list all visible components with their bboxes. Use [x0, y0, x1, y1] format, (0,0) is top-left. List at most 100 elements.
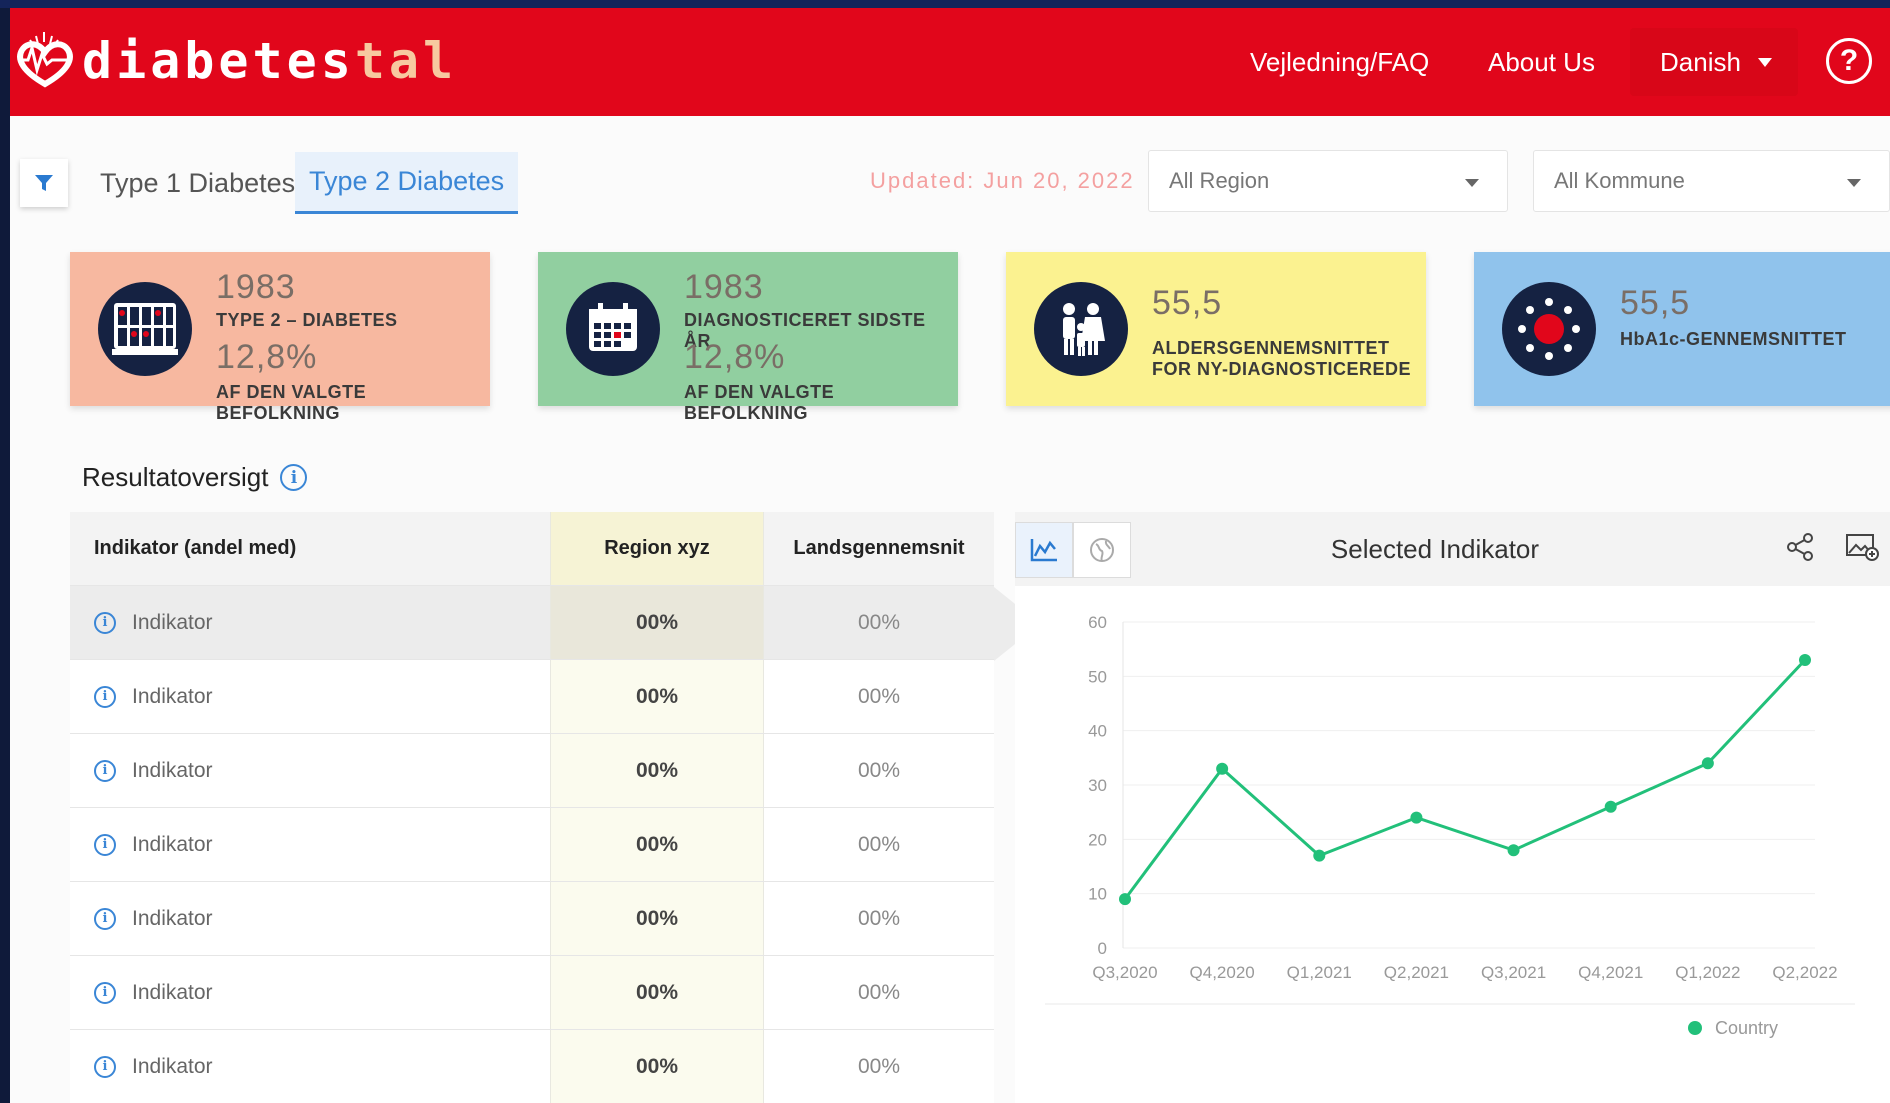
- indicator-cell: i Indikator: [70, 956, 550, 1029]
- x-tick-label: Q4,2021: [1578, 963, 1643, 982]
- column-header-indicator[interactable]: Indikator (andel med): [70, 512, 550, 585]
- region-value: 00%: [550, 956, 764, 1029]
- card-value-secondary: 12,8%: [684, 338, 786, 376]
- table-row[interactable]: i Indikator 00% 00%: [70, 734, 994, 808]
- population-grid-icon: [98, 282, 192, 376]
- data-point: [1410, 811, 1423, 824]
- national-value: 00%: [857, 906, 901, 930]
- column-header-region[interactable]: Region xyz: [550, 512, 764, 585]
- region-value: 00%: [550, 1030, 764, 1103]
- y-tick-label: 10: [1088, 885, 1107, 904]
- region-dropdown-value: All Region: [1169, 168, 1270, 193]
- indicator-cell: i Indikator: [70, 586, 550, 659]
- region-value: 00%: [550, 586, 764, 659]
- y-tick-label: 40: [1088, 722, 1107, 741]
- indicator-name: Indikator: [132, 1054, 213, 1078]
- series-line: [1123, 659, 1807, 900]
- table-row[interactable]: i Indikator 00% 00%: [70, 1030, 994, 1103]
- x-tick-label: Q1,2021: [1287, 963, 1352, 982]
- card-label-primary: HbA1c-GENNEMSNITTET: [1620, 329, 1847, 349]
- tab-type1-diabetes[interactable]: Type 1 Diabetes: [86, 152, 309, 214]
- y-tick-label: 30: [1088, 776, 1107, 795]
- indicator-cell: i Indikator: [70, 808, 550, 881]
- caret-down-icon: [1758, 58, 1772, 67]
- filter-button[interactable]: [20, 159, 68, 207]
- brand-name-tail: tal: [354, 32, 458, 90]
- table-row[interactable]: i Indikator 00% 00%: [70, 808, 994, 882]
- region-value: 00%: [550, 660, 764, 733]
- table-row[interactable]: i Indikator 00% 00%: [70, 882, 994, 956]
- data-point: [1507, 844, 1520, 857]
- x-tick-label: Q4,2020: [1190, 963, 1255, 982]
- image-download-icon[interactable]: [1845, 532, 1879, 567]
- updated-date: Updated: Jun 20, 2022: [870, 168, 1135, 193]
- map-toggle[interactable]: [1073, 522, 1131, 578]
- info-icon[interactable]: i: [94, 981, 116, 1004]
- indicator-name: Indikator: [132, 758, 213, 782]
- section-title-text: Resultatoversigt: [82, 462, 269, 492]
- region-value: 00%: [550, 808, 764, 881]
- card-label-secondary: FOR NY-DIAGNOSTICEREDE: [1152, 359, 1412, 379]
- table-header-row: Indikator (andel med) Region xyz Landsge…: [70, 512, 994, 586]
- national-value: 00%: [857, 1054, 901, 1078]
- national-value: 00%: [857, 832, 901, 856]
- heart-logo-icon: [17, 32, 73, 88]
- chart-title: Selected Indikator: [1330, 534, 1540, 564]
- caret-down-icon: [1847, 179, 1861, 187]
- legend-label: Country: [1715, 1018, 1778, 1038]
- nav-faq-link[interactable]: Vejledning/FAQ: [1250, 8, 1429, 116]
- help-icon[interactable]: ?: [1826, 38, 1872, 84]
- kommune-dropdown[interactable]: All Kommune: [1533, 150, 1890, 212]
- region-value: 00%: [550, 734, 764, 807]
- data-point: [1799, 654, 1811, 667]
- table-row[interactable]: i Indikator 00% 00%: [70, 956, 994, 1030]
- tab-type2-diabetes[interactable]: Type 2 Diabetes: [295, 152, 519, 214]
- kommune-dropdown-value: All Kommune: [1554, 168, 1685, 193]
- card-label-secondary: AF DEN VALGTE BEFOLKNING: [216, 382, 367, 423]
- brand-name: diabetestal: [82, 32, 457, 90]
- indicator-name: Indikator: [132, 832, 213, 856]
- data-point: [1119, 893, 1131, 906]
- national-value: 00%: [857, 758, 901, 782]
- region-value: 00%: [550, 882, 764, 955]
- card-value-primary: 1983: [216, 268, 296, 306]
- card-value-primary: 55,5: [1152, 284, 1223, 322]
- chart-panel: Selected Indikator 0 10 20 30 40 50 60 Q3,2020: [1015, 512, 1890, 1103]
- info-icon[interactable]: i: [94, 833, 116, 856]
- logo[interactable]: diabetestal: [14, 26, 457, 96]
- share-icon[interactable]: [1785, 532, 1815, 567]
- language-select[interactable]: Danish: [1630, 28, 1798, 96]
- indicator-cell: i Indikator: [70, 882, 550, 955]
- region-dropdown[interactable]: All Region: [1148, 150, 1508, 212]
- indicator-cell: i Indikator: [70, 660, 550, 733]
- top-header: diabetestal Vejledning/FAQ About Us Dani…: [10, 8, 1890, 116]
- filter-bar: Type 1 Diabetes Type 2 Diabetes Updated:…: [10, 116, 1890, 226]
- table-row[interactable]: i Indikator 00% 00%: [70, 586, 994, 660]
- y-tick-label: 0: [1098, 939, 1107, 958]
- info-icon[interactable]: i: [94, 685, 116, 708]
- card-value-secondary: 12,8%: [216, 338, 318, 376]
- column-header-national[interactable]: Landsgennemsnit: [764, 512, 994, 585]
- x-tick-label: Q1,2022: [1675, 963, 1740, 982]
- indicator-name: Indikator: [132, 980, 213, 1004]
- brand-name-main: diabetes: [82, 32, 355, 90]
- info-icon[interactable]: i: [94, 759, 116, 782]
- indicator-name: Indikator: [132, 610, 213, 634]
- national-value: 00%: [857, 684, 901, 708]
- nav-about-link[interactable]: About Us: [1488, 8, 1595, 116]
- line-chart-toggle[interactable]: [1015, 522, 1073, 578]
- stat-card-hba1c: 55,5 HbA1c-GENNEMSNITTET: [1474, 252, 1890, 406]
- legend-marker: [1688, 1021, 1702, 1035]
- info-icon[interactable]: i: [94, 907, 116, 930]
- info-icon[interactable]: i: [94, 1055, 116, 1078]
- info-icon[interactable]: i: [94, 611, 116, 634]
- funnel-icon: [35, 175, 53, 191]
- x-tick-label: Q3,2020: [1092, 963, 1157, 982]
- card-label-primary: ALDERSGENNEMSNITTET: [1152, 338, 1390, 358]
- card-label-primary: TYPE 2 – DIABETES: [216, 310, 398, 330]
- stat-card-age-average: 55,5 ALDERSGENNEMSNITTET FOR NY-DIAGNOST…: [1006, 252, 1426, 406]
- table-row[interactable]: i Indikator 00% 00%: [70, 660, 994, 734]
- data-point: [1216, 762, 1229, 775]
- info-icon[interactable]: i: [280, 464, 308, 491]
- stat-card-diagnosed: 1983 DIAGNOSTICERET SIDSTE ÅR 12,8% AF D…: [538, 252, 958, 423]
